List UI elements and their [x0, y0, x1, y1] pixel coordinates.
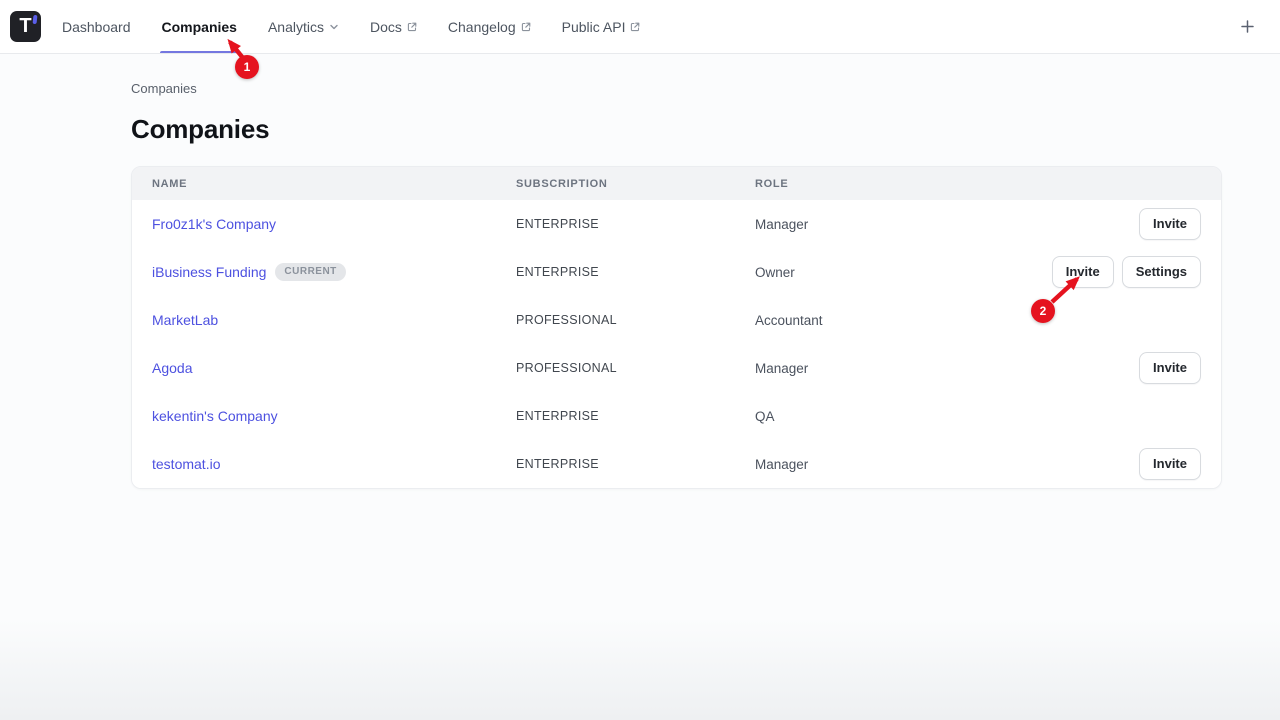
table-row: testomat.io ENTERPRISE Manager Invite — [132, 440, 1221, 488]
nav-item-analytics[interactable]: Analytics — [268, 0, 339, 53]
plus-icon[interactable] — [1234, 14, 1260, 40]
nav-item-label: Changelog — [448, 19, 516, 35]
nav-item-docs[interactable]: Docs — [370, 0, 417, 53]
nav-item-changelog[interactable]: Changelog — [448, 0, 531, 53]
row-actions: Invite — [1139, 352, 1201, 384]
companies-table: Name Subscription Role Fro0z1k's Company… — [131, 166, 1222, 489]
subscription-cell: ENTERPRISE — [516, 457, 755, 471]
role-cell: Manager — [755, 457, 1139, 472]
main-content: Companies Companies Name Subscription Ro… — [0, 54, 1280, 489]
nav-item-label: Companies — [162, 19, 237, 35]
table-row: kekentin's Company ENTERPRISE QA — [132, 392, 1221, 440]
breadcrumb[interactable]: Companies — [131, 81, 1222, 96]
role-cell: QA — [755, 409, 1201, 424]
nav-item-companies[interactable]: Companies — [162, 0, 237, 53]
role-cell: Manager — [755, 361, 1139, 376]
company-name-cell: Agoda — [152, 360, 516, 376]
main-nav: Dashboard Companies Analytics Docs Chang… — [62, 0, 640, 53]
nav-item-label: Analytics — [268, 19, 324, 35]
top-navbar: T Dashboard Companies Analytics Docs Cha… — [0, 0, 1280, 54]
external-link-icon — [521, 22, 531, 32]
page-title: Companies — [131, 114, 1222, 145]
table-row: MarketLab PROFESSIONAL Accountant — [132, 296, 1221, 344]
invite-button[interactable]: Invite — [1139, 448, 1201, 480]
nav-item-label: Public API — [562, 19, 626, 35]
invite-button[interactable]: Invite — [1139, 352, 1201, 384]
external-link-icon — [630, 22, 640, 32]
logo-apostrophe — [32, 15, 36, 24]
table-header-row: Name Subscription Role — [132, 167, 1221, 200]
role-cell: Owner — [755, 265, 1052, 280]
column-header-name: Name — [152, 178, 516, 190]
logo-letter: T — [19, 16, 31, 36]
company-name-cell: kekentin's Company — [152, 408, 516, 424]
subscription-cell: PROFESSIONAL — [516, 361, 755, 375]
table-row: Fro0z1k's Company ENTERPRISE Manager Inv… — [132, 200, 1221, 248]
active-tab-underline — [160, 51, 241, 53]
company-name-cell: Fro0z1k's Company — [152, 216, 516, 232]
current-badge: CURRENT — [275, 263, 345, 281]
subscription-cell: ENTERPRISE — [516, 409, 755, 423]
column-header-subscription: Subscription — [516, 178, 755, 190]
company-link[interactable]: MarketLab — [152, 312, 218, 328]
nav-item-public-api[interactable]: Public API — [562, 0, 641, 53]
company-link[interactable]: Agoda — [152, 360, 192, 376]
table-row: Agoda PROFESSIONAL Manager Invite — [132, 344, 1221, 392]
company-link[interactable]: kekentin's Company — [152, 408, 278, 424]
subscription-cell: ENTERPRISE — [516, 265, 755, 279]
company-link[interactable]: testomat.io — [152, 456, 220, 472]
settings-button[interactable]: Settings — [1122, 256, 1201, 288]
company-link[interactable]: iBusiness Funding — [152, 264, 266, 280]
app-logo[interactable]: T — [10, 11, 41, 42]
nav-item-label: Dashboard — [62, 19, 131, 35]
company-name-cell: MarketLab — [152, 312, 516, 328]
row-actions: Invite — [1139, 208, 1201, 240]
nav-item-dashboard[interactable]: Dashboard — [62, 0, 131, 53]
role-cell: Manager — [755, 217, 1139, 232]
invite-button[interactable]: Invite — [1139, 208, 1201, 240]
nav-item-label: Docs — [370, 19, 402, 35]
invite-button[interactable]: Invite — [1052, 256, 1114, 288]
column-header-role: Role — [755, 178, 1201, 190]
chevron-down-icon — [329, 22, 339, 32]
company-name-cell: testomat.io — [152, 456, 516, 472]
row-actions: Invite Settings — [1052, 256, 1201, 288]
company-link[interactable]: Fro0z1k's Company — [152, 216, 276, 232]
role-cell: Accountant — [755, 313, 1201, 328]
table-row: iBusiness Funding CURRENT ENTERPRISE Own… — [132, 248, 1221, 296]
company-name-cell: iBusiness Funding CURRENT — [152, 263, 516, 281]
subscription-cell: PROFESSIONAL — [516, 313, 755, 327]
external-link-icon — [407, 22, 417, 32]
row-actions: Invite — [1139, 448, 1201, 480]
subscription-cell: ENTERPRISE — [516, 217, 755, 231]
